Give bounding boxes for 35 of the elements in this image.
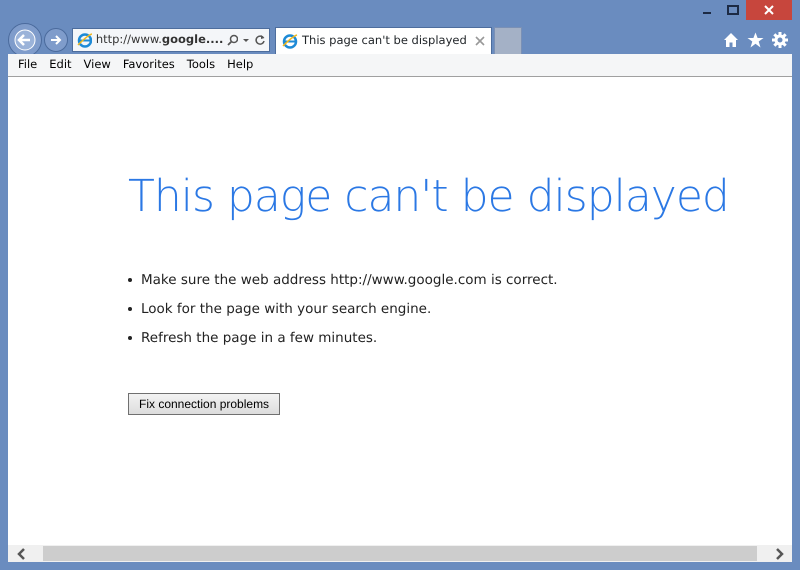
star-icon[interactable] xyxy=(747,32,764,48)
bullet-icon xyxy=(128,336,132,340)
maximize-icon xyxy=(727,5,739,15)
menu-item[interactable]: Tools xyxy=(180,56,222,74)
browser-logo-icon xyxy=(282,33,298,49)
browser-tab[interactable]: This page can't be displayed xyxy=(275,27,492,54)
close-button[interactable] xyxy=(746,0,792,20)
menu-item[interactable]: Help xyxy=(221,56,260,74)
fix-connection-button[interactable]: Fix connection problems xyxy=(128,392,280,415)
minimize-icon xyxy=(703,12,711,14)
bullet-icon xyxy=(128,278,132,282)
search-icon[interactable] xyxy=(227,34,238,46)
refresh-icon[interactable] xyxy=(254,34,265,46)
scrollbar-thumb[interactable] xyxy=(43,546,757,561)
forward-button[interactable] xyxy=(44,28,68,52)
address-bar[interactable]: http://www.google.... xyxy=(72,28,270,52)
close-icon xyxy=(764,5,774,15)
tip-text: Look for the page with your search engine. xyxy=(141,300,432,320)
tip-text: Make sure the web address http://www.google.com is correct. xyxy=(141,271,558,290)
menu-item[interactable]: Edit xyxy=(43,56,78,74)
home-icon[interactable] xyxy=(723,32,739,48)
browser-logo-icon xyxy=(77,32,92,48)
back-button[interactable] xyxy=(8,23,42,57)
url-text: http://www.google.... xyxy=(96,31,224,48)
menu-item[interactable]: View xyxy=(78,56,117,74)
horizontal-scrollbar[interactable] xyxy=(8,545,792,562)
error-heading: This page can't be displayed xyxy=(128,171,730,224)
menu-item[interactable]: Favorites xyxy=(116,56,181,74)
menu-item[interactable]: File xyxy=(12,56,44,74)
tab-title: This page can't be displayed xyxy=(302,32,467,50)
scroll-left-icon[interactable] xyxy=(16,548,26,560)
bullet-icon xyxy=(128,307,132,312)
tip-text: Refresh the page in a few minutes. xyxy=(141,329,378,348)
scroll-right-icon[interactable] xyxy=(774,548,784,560)
settings-icon[interactable] xyxy=(772,32,788,48)
